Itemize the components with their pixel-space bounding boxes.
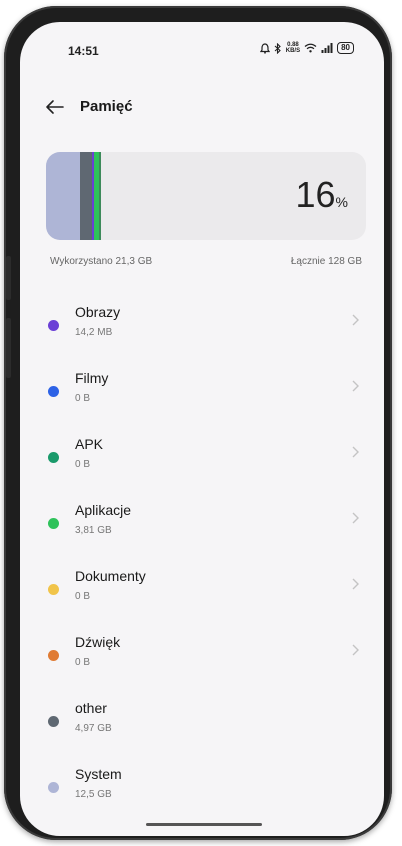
storage-usage-bar [46,152,101,240]
screen: 14:51 0.88 KB/S 80 Pamięć 16% Wykorzysta… [20,22,384,836]
arrow-left-icon [46,100,64,114]
chevron-right-icon [352,380,359,392]
home-indicator[interactable] [146,823,262,826]
chevron-right-icon [352,512,359,524]
segment-other [80,152,92,240]
total-storage-label: Łącznie 128 GB [290,256,362,267]
category-list: Obrazy 14,2 MB Filmy 0 B APK 0 B Aplikac… [20,298,384,826]
list-item-audio[interactable]: Dźwięk 0 B [20,628,384,694]
category-size: 0 B [75,591,91,602]
used-storage-label: Wykorzystano 21,3 GB [50,256,153,267]
category-size: 3,81 GB [75,525,112,536]
power-key [6,318,11,378]
wifi-icon [304,43,317,53]
page-title: Pamięć [80,98,133,115]
net-speed: 0.88 KB/S [285,42,301,54]
chevron-right-icon [352,644,359,656]
battery-icon: 80 [337,42,354,54]
list-item-apps[interactable]: Aplikacje 3,81 GB [20,496,384,562]
category-size: 12,5 GB [75,789,112,800]
back-button[interactable] [42,94,68,120]
category-name: Aplikacje [75,502,132,518]
signal-icon [321,43,333,53]
category-size: 0 B [75,657,91,668]
category-size: 14,2 MB [75,327,113,338]
status-time: 14:51 [68,44,99,58]
category-dot [48,650,59,661]
list-item-other: other 4,97 GB [20,694,384,760]
category-name: Dokumenty [75,568,146,584]
chevron-right-icon [352,314,359,326]
category-dot [48,716,59,727]
category-dot [48,782,59,793]
category-size: 0 B [75,393,91,404]
category-name: other [75,700,107,716]
segment-system [46,152,80,240]
chevron-right-icon [352,446,359,458]
storage-percent: 16% [295,174,349,215]
list-item-documents[interactable]: Dokumenty 0 B [20,562,384,628]
category-dot [48,518,59,529]
category-name: APK [75,436,104,452]
phone-frame: 14:51 0.88 KB/S 80 Pamięć 16% Wykorzysta… [4,6,392,840]
category-dot [48,386,59,397]
bluetooth-icon [274,42,281,54]
alarm-icon [259,42,270,54]
storage-usage-card: 16% [46,152,366,240]
list-item-apk[interactable]: APK 0 B [20,430,384,496]
category-name: Dźwięk [75,634,121,650]
toolbar: Pamięć [20,94,384,124]
list-item-system: System 12,5 GB [20,760,384,826]
category-name: Obrazy [75,304,121,320]
list-item-videos[interactable]: Filmy 0 B [20,364,384,430]
category-name: System [75,766,122,782]
status-bar: 14:51 0.88 KB/S 80 [20,22,384,84]
category-dot [48,320,59,331]
volume-key [6,256,11,300]
status-icons: 0.88 KB/S 80 [259,42,354,54]
segment-divider [99,152,101,240]
category-size: 4,97 GB [75,723,112,734]
chevron-right-icon [352,578,359,590]
category-name: Filmy [75,370,109,386]
category-size: 0 B [75,459,91,470]
list-item-images[interactable]: Obrazy 14,2 MB [20,298,384,364]
category-dot [48,452,59,463]
category-dot [48,584,59,595]
